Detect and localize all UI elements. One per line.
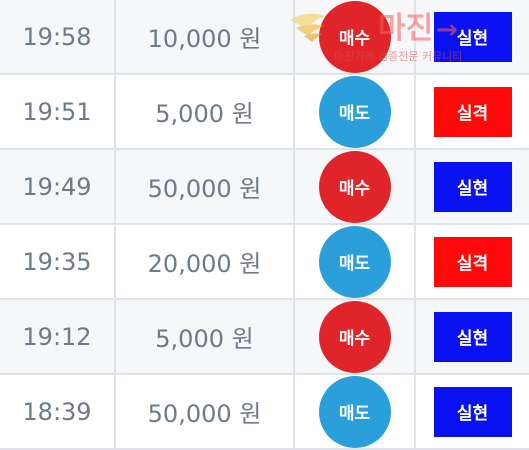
time-cell: 19:12 xyxy=(0,300,116,373)
table-row: 19:49 50,000 원 매수 실현 xyxy=(0,150,529,225)
amount-cell: 5,000 원 xyxy=(116,75,295,148)
time-cell: 19:49 xyxy=(0,150,116,223)
result-cell: 실격 xyxy=(416,225,529,298)
amount-cell: 5,000 원 xyxy=(116,300,295,373)
time-cell: 19:58 xyxy=(0,0,116,73)
side-cell: 매도 xyxy=(295,375,416,448)
side-cell: 매도 xyxy=(295,225,416,298)
result-cell: 실현 xyxy=(416,375,529,448)
amount-cell: 50,000 원 xyxy=(116,375,295,448)
amount-cell: 50,000 원 xyxy=(116,150,295,223)
side-badge: 매도 xyxy=(318,375,391,448)
table-row: 19:35 20,000 원 매도 실격 xyxy=(0,225,529,300)
side-cell: 매수 xyxy=(295,0,416,73)
side-badge: 매도 xyxy=(318,225,391,298)
side-cell: 매수 xyxy=(295,150,416,223)
result-cell: 실격 xyxy=(416,75,529,148)
result-badge: 실현 xyxy=(433,11,512,62)
side-badge: 매수 xyxy=(318,150,391,223)
time-cell: 19:51 xyxy=(0,75,116,148)
side-cell: 매도 xyxy=(295,75,416,148)
result-badge: 실격 xyxy=(433,86,512,137)
result-badge: 실현 xyxy=(433,161,512,212)
time-cell: 18:39 xyxy=(0,375,116,448)
side-badge: 매수 xyxy=(318,300,391,373)
table-row: 19:58 10,000 원 매수 실현 xyxy=(0,0,529,75)
table-row: 19:51 5,000 원 매도 실격 xyxy=(0,75,529,150)
result-badge: 실현 xyxy=(433,386,512,437)
result-badge: 실격 xyxy=(433,236,512,287)
table-row: 18:39 50,000 원 매도 실현 xyxy=(0,375,529,450)
amount-cell: 10,000 원 xyxy=(116,0,295,73)
side-badge: 매도 xyxy=(318,75,391,148)
result-badge: 실현 xyxy=(433,311,512,362)
result-cell: 실현 xyxy=(416,0,529,73)
result-cell: 실현 xyxy=(416,300,529,373)
side-badge: 매수 xyxy=(318,0,391,73)
trade-history-table: 19:58 10,000 원 매수 실현 19:51 5,000 원 매도 실격… xyxy=(0,0,529,450)
result-cell: 실현 xyxy=(416,150,529,223)
table-row: 19:12 5,000 원 매수 실현 xyxy=(0,300,529,375)
side-cell: 매수 xyxy=(295,300,416,373)
amount-cell: 20,000 원 xyxy=(116,225,295,298)
time-cell: 19:35 xyxy=(0,225,116,298)
